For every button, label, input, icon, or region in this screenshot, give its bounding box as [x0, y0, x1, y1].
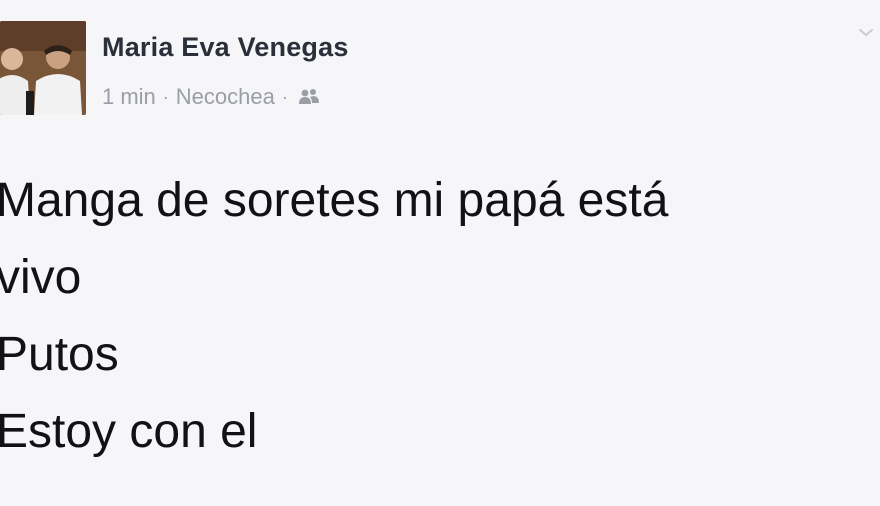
friends-icon: [297, 87, 321, 107]
post-text-line: Putos: [0, 328, 119, 381]
post-location[interactable]: Necochea: [176, 84, 275, 110]
post-meta: 1 min · Necochea ·: [102, 84, 321, 110]
meta-separator: ·: [162, 86, 169, 107]
post-text-line: vivo: [0, 251, 82, 304]
author-name[interactable]: Maria Eva Venegas: [102, 32, 349, 63]
post-time[interactable]: 1 min: [102, 84, 156, 110]
post-text-line: Estoy con el: [0, 405, 258, 458]
post-text-line: Manga de soretes mi papá está: [0, 174, 669, 227]
post-options-chevron-icon[interactable]: [856, 22, 876, 42]
facebook-post: Maria Eva Venegas 1 min · Necochea · Man…: [0, 0, 880, 506]
meta-separator: ·: [281, 86, 288, 107]
avatar[interactable]: [0, 21, 86, 115]
post-body: Manga de soretes mi papá está vivo Putos…: [0, 162, 876, 470]
profile-photo: [0, 21, 86, 115]
